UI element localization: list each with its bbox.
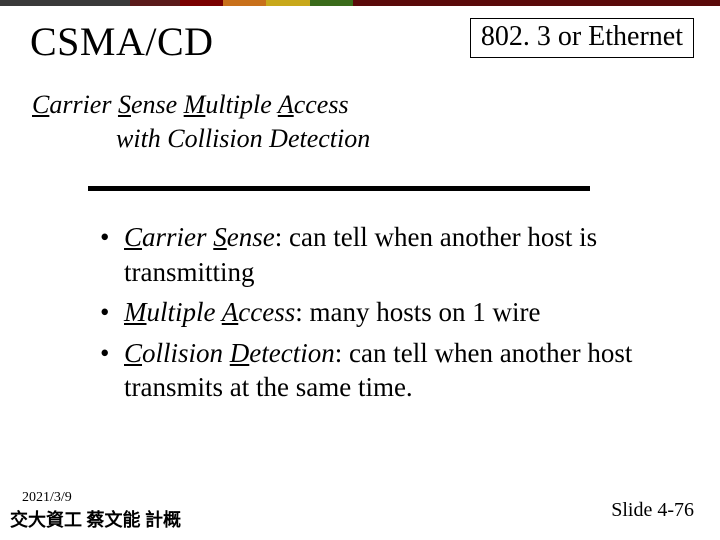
- footer-author: 交大資工 蔡文能 計概: [10, 506, 181, 532]
- term: Collision Detection: [124, 338, 335, 368]
- subtitle-etection: etection: [288, 124, 370, 153]
- subtitle-cd-d: D: [269, 124, 288, 153]
- list-item: Collision Detection: can tell when anoth…: [96, 336, 660, 405]
- term: Multiple Access: [124, 297, 295, 327]
- footer-pager: Slide 4-76: [611, 499, 694, 522]
- subtitle-ccess: ccess: [294, 90, 349, 119]
- bullet-list: Carrier Sense: can tell when another hos…: [96, 220, 660, 411]
- subtitle-c: C: [32, 90, 49, 119]
- page-title: CSMA/CD: [30, 18, 214, 65]
- subtitle-ultiple: ultiple: [205, 90, 277, 119]
- subtitle-with: with: [116, 124, 167, 153]
- bullet-text: : many hosts on 1 wire: [295, 297, 540, 327]
- subtitle-cd-c: C: [167, 124, 184, 153]
- subtitle-m: M: [184, 90, 206, 119]
- term: Carrier Sense: [124, 222, 275, 252]
- slide: CSMA/CD 802. 3 or Ethernet Carrier Sense…: [0, 0, 720, 540]
- footer-date: 2021/3/9: [22, 490, 72, 506]
- subtitle-line2: with Collision Detection: [116, 124, 370, 154]
- list-item: Multiple Access: many hosts on 1 wire: [96, 295, 660, 330]
- decorative-stripe: [0, 0, 720, 6]
- subtitle-s: S: [118, 90, 131, 119]
- subtitle-ollision: ollision: [185, 124, 270, 153]
- horizontal-rule: [88, 186, 590, 191]
- subtitle-arrier: arrier: [49, 90, 118, 119]
- ethernet-badge: 802. 3 or Ethernet: [470, 18, 694, 58]
- subtitle-a: A: [278, 90, 294, 119]
- subtitle-ense: ense: [131, 90, 184, 119]
- list-item: Carrier Sense: can tell when another hos…: [96, 220, 660, 289]
- header: CSMA/CD 802. 3 or Ethernet: [30, 18, 694, 65]
- subtitle-line1: Carrier Sense Multiple Access: [32, 90, 349, 120]
